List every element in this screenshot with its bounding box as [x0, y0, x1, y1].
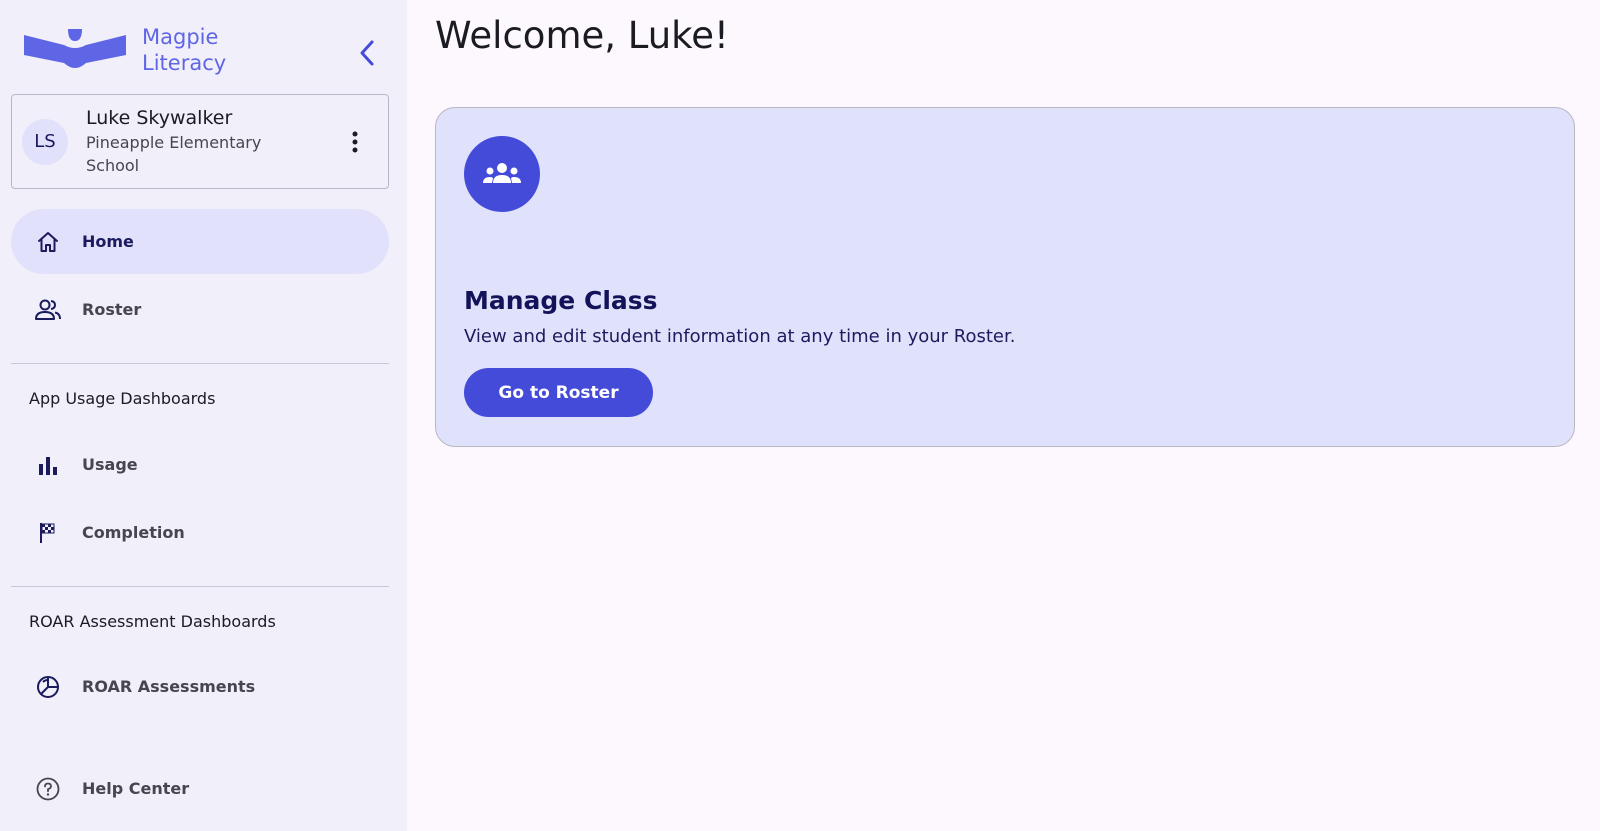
- nav-item-home[interactable]: Home: [11, 209, 389, 274]
- brand[interactable]: Magpie Literacy: [24, 24, 226, 76]
- help-circle-icon: [35, 776, 61, 802]
- divider: [11, 586, 389, 587]
- user-name: Luke Skywalker: [86, 107, 233, 129]
- main-content: Welcome, Luke! Manage Class View and edi…: [407, 0, 1600, 831]
- brand-name: Magpie Literacy: [142, 24, 226, 76]
- nav-item-help-center[interactable]: Help Center: [11, 756, 389, 821]
- brand-name-line1: Magpie: [142, 25, 219, 49]
- sidebar: Magpie Literacy LS Luke Skywalker Pineap…: [0, 0, 407, 831]
- nav-label-home: Home: [82, 232, 134, 251]
- pie-chart-icon: [35, 674, 61, 700]
- home-icon: [35, 229, 61, 255]
- nav-item-completion[interactable]: Completion: [11, 500, 389, 565]
- user-school: Pineapple Elementary School: [86, 133, 262, 175]
- bar-chart-icon: [35, 452, 61, 478]
- user-info: Luke Skywalker Pineapple Elementary Scho…: [86, 106, 306, 177]
- nav-label-roster: Roster: [82, 300, 142, 319]
- more-vertical-icon: [352, 131, 358, 153]
- section-title-app-usage: App Usage Dashboards: [29, 389, 216, 408]
- chevron-left-icon: [360, 40, 374, 66]
- app: Magpie Literacy LS Luke Skywalker Pineap…: [0, 0, 1600, 831]
- avatar: LS: [22, 118, 68, 165]
- user-menu-button[interactable]: [343, 127, 367, 157]
- magpie-logo-icon: [24, 29, 126, 68]
- groups-icon: [464, 136, 540, 212]
- nav-item-usage[interactable]: Usage: [11, 432, 389, 497]
- checkered-flag-icon: [35, 520, 61, 546]
- people-icon: [35, 297, 61, 323]
- nav-item-roster[interactable]: Roster: [11, 277, 389, 342]
- manage-class-card: Manage Class View and edit student infor…: [435, 107, 1575, 447]
- nav-label-usage: Usage: [82, 455, 138, 474]
- go-to-roster-button[interactable]: Go to Roster: [464, 368, 653, 417]
- nav-label-help-center: Help Center: [82, 779, 190, 798]
- section-title-roar: ROAR Assessment Dashboards: [29, 612, 276, 631]
- card-title: Manage Class: [464, 286, 658, 315]
- user-card: LS Luke Skywalker Pineapple Elementary S…: [11, 94, 389, 189]
- divider: [11, 363, 389, 364]
- page-title: Welcome, Luke!: [435, 14, 729, 57]
- nav-label-roar-assessments: ROAR Assessments: [82, 677, 256, 696]
- card-description: View and edit student information at any…: [464, 326, 1016, 347]
- nav-label-completion: Completion: [82, 523, 185, 542]
- collapse-sidebar-button[interactable]: [350, 36, 384, 70]
- brand-name-line2: Literacy: [142, 51, 227, 75]
- nav-item-roar-assessments[interactable]: ROAR Assessments: [11, 654, 389, 719]
